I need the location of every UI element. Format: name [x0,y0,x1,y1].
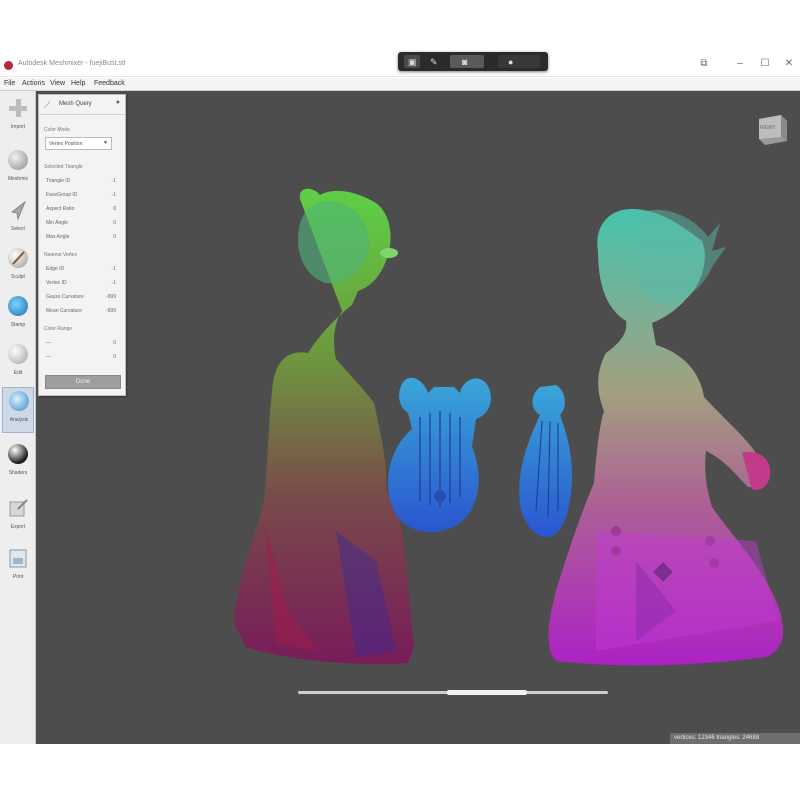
viewcube-label: RIGHT [760,125,776,131]
right-figure-model[interactable] [548,209,784,666]
facegroup-id-value: -1 [111,192,116,198]
save-button[interactable]: ▣ [404,55,420,68]
camera-button[interactable]: ◙ [450,55,484,68]
range-max-value: 0 [113,354,116,360]
analysis-icon [9,391,29,411]
timeline-slider[interactable] [298,690,608,695]
tool-shaders[interactable]: Shaders [2,441,34,487]
gauss-curvature-value: -999 [105,294,116,300]
tool-sculpt[interactable]: Sculpt [2,245,34,291]
menu-file[interactable]: File [4,80,15,87]
color-mode-label: Color Mode [44,127,70,133]
color-range-label: Color Range [44,326,73,332]
min-angle-label: Min Angle [46,220,68,226]
panel-title: Mesh Query [59,101,92,107]
done-button[interactable]: Done [45,375,121,389]
select-arrow-icon [8,200,28,221]
vertex-id-label: Vertex ID [46,280,67,286]
min-angle-value: 0 [113,220,116,226]
tool-label: Meshmix [7,176,28,182]
menu-actions[interactable]: Actions [22,80,45,87]
tool-meshmix[interactable]: Meshmix [2,147,34,193]
nearest-vertex-label: Nearest Vertex [44,252,78,258]
left-toolbar: Import Meshmix Select Sculpt Stamp Edit [0,91,36,744]
panel-close-icon[interactable]: ● [116,99,120,106]
tool-label: Select [11,226,25,232]
meshmix-sphere-icon [8,150,28,170]
tool-analysis[interactable]: Analysis [2,387,34,433]
floating-toolbar: ▣ ✎ ◙ ● [398,52,548,71]
triangle-id-label: Triangle ID [46,178,71,184]
left-lyre-model[interactable] [388,377,491,533]
app-window: Autodesk Meshmixer - fuejiBust.stl ⧉ – ☐… [0,0,800,800]
minimize-button[interactable]: – [733,58,747,69]
tool-label: Sculpt [11,274,25,280]
save-icon: ▣ [408,57,417,67]
scene-render [234,188,784,666]
edit-icon [8,344,28,364]
restore-icon[interactable]: ⧉ [697,58,711,69]
aspect-ratio-value: 0 [113,206,116,212]
brush-icon [8,248,28,268]
window-title: Autodesk Meshmixer - fuejiBust.stl [18,60,126,67]
record-button[interactable]: ● [498,55,540,68]
selected-triangle-label: Selected Triangle [44,164,83,170]
menu-help[interactable]: Help [71,80,85,87]
mean-curvature-label: Mean Curvature [46,308,82,314]
mesh-query-panel: ⟋ Mesh Query ● Color Mode Vertex Positio… [38,94,126,396]
menu-view[interactable]: View [50,80,65,87]
brush-button[interactable]: ✎ [426,55,442,68]
panel-header: ⟋ Mesh Query ● [39,95,125,115]
tool-label: Edit [13,370,23,376]
tool-label: Export [10,524,26,530]
tool-label: Analysis [9,417,29,423]
vertex-id-value: -1 [111,280,116,286]
max-angle-value: 0 [113,234,116,240]
tool-import[interactable]: Import [2,95,34,141]
status-bar: vertices: 12346 triangles: 24688 [670,733,800,744]
menu-feedback[interactable]: Feedback [94,80,125,87]
edge-id-value: -1 [111,266,116,272]
edge-id-label: Edge ID [46,266,65,272]
range-min-label: — [46,340,51,346]
shader-sphere-icon [8,444,28,464]
facegroup-id-label: FaceGroup ID [46,192,78,198]
tool-select[interactable]: Select [2,197,34,243]
maximize-button[interactable]: ☐ [758,58,772,69]
ruler-icon: ⟋ [44,100,51,110]
gauss-curvature-label: Gauss Curvature [46,294,84,300]
color-mode-select[interactable]: Vertex Position ▼ [45,137,112,150]
chevron-down-icon: ▼ [103,140,108,146]
record-icon: ● [508,57,514,67]
range-max-label: — [46,354,51,360]
view-cube[interactable]: RIGHT [755,111,789,147]
color-mode-value: Vertex Position [49,141,83,147]
meshmixer-logo-icon [4,61,13,70]
tool-label: Stamp [10,322,26,328]
pen-icon: ✎ [430,57,438,67]
menu-bar: File Actions View Help Feedback [0,78,800,91]
max-angle-label: Max Angle [46,234,70,240]
camera-icon: ◙ [462,57,468,67]
tool-label: Print [12,574,24,580]
tool-label: Shaders [8,470,28,476]
tool-edit[interactable]: Edit [2,341,34,387]
slider-thumb[interactable] [447,690,527,695]
range-min-value: 0 [113,340,116,346]
left-figure-model[interactable] [234,188,414,665]
stamp-icon [8,296,28,316]
close-button[interactable]: ✕ [782,58,796,69]
plus-icon [8,98,28,118]
tool-print[interactable]: Print [2,545,34,591]
3d-viewport[interactable]: RIGHT vertices: 12346 triangles: 24688 ⟋… [36,91,800,744]
aspect-ratio-label: Aspect Ratio [46,206,75,212]
right-lyre-model[interactable] [519,385,572,538]
triangle-id-value: -1 [111,178,116,184]
mean-curvature-value: -999 [105,308,116,314]
export-icon [8,498,28,518]
tool-export[interactable]: Export [2,495,34,541]
print-icon [8,548,28,568]
tool-stamp[interactable]: Stamp [2,293,34,339]
tool-label: Import [10,124,26,130]
